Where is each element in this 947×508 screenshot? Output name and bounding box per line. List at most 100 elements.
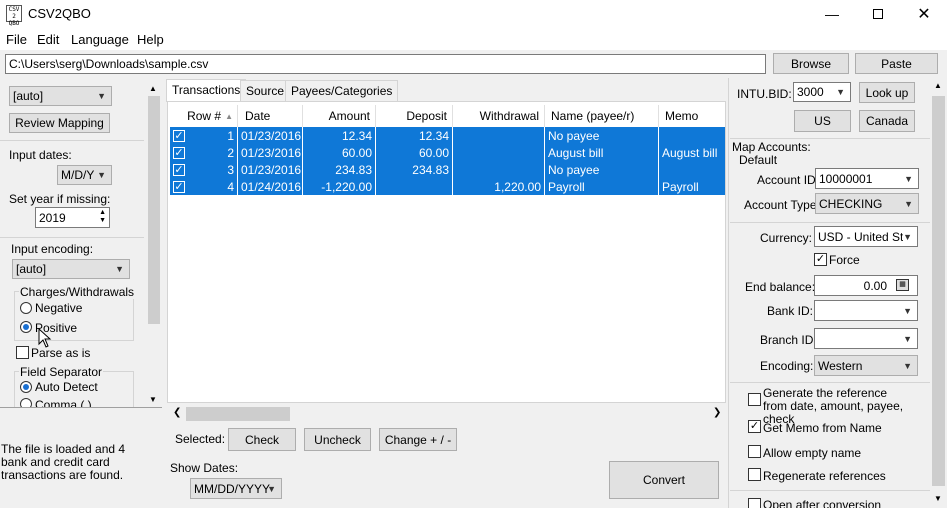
row-check-cell[interactable]: ✓ 1	[170, 127, 238, 144]
force-checkbox[interactable]: ✓	[814, 253, 827, 266]
tab-payees-categories[interactable]: Payees/Categories	[285, 80, 399, 101]
cell-withdrawal: 1,220.00	[453, 178, 545, 195]
col-header-deposit[interactable]: Deposit	[376, 105, 453, 127]
scroll-right-icon[interactable]: ❯	[713, 407, 721, 418]
checked-icon[interactable]: ✓	[173, 180, 185, 193]
convert-button[interactable]: Convert	[609, 461, 719, 499]
scroll-left-icon[interactable]: ❮	[173, 407, 181, 418]
regenerate-references-checkbox[interactable]	[748, 468, 761, 481]
open-after-checkbox[interactable]	[748, 498, 761, 508]
chevron-down-icon: ▼	[904, 173, 913, 184]
row-check-cell[interactable]: ✓ 2	[170, 144, 238, 161]
account-type-value: CHECKING	[819, 196, 883, 211]
parse-as-is-checkbox[interactable]	[16, 346, 29, 359]
left-scrollbar-thumb[interactable]	[148, 96, 160, 324]
branch-id-select[interactable]: ▼	[814, 328, 918, 349]
date-format-select[interactable]: M/D/Y ▼	[57, 165, 112, 185]
file-path-input[interactable]: C:\Users\serg\Downloads\sample.csv	[5, 54, 766, 74]
close-icon[interactable]: ✕	[901, 0, 947, 28]
account-type-label: Account Type:	[744, 198, 820, 212]
col-header-row-label: Row #	[187, 109, 222, 123]
scroll-up-icon[interactable]: ▲	[934, 81, 942, 90]
review-mapping-button[interactable]: Review Mapping	[9, 113, 110, 133]
col-header-withdrawal[interactable]: Withdrawal	[453, 105, 545, 127]
auto-detect-radio[interactable]	[20, 381, 32, 393]
calculator-icon[interactable]: ▦	[896, 279, 909, 291]
paste-button[interactable]: Paste	[855, 53, 938, 74]
account-id-select[interactable]: 10000001 ▼	[815, 168, 919, 189]
sort-up-icon: ▲	[225, 111, 233, 121]
checked-icon[interactable]: ✓	[173, 129, 185, 142]
parse-as-is-label: Parse as is	[31, 346, 91, 360]
tab-transactions[interactable]: Transactions	[166, 79, 247, 102]
cell-name: August bill	[545, 144, 659, 161]
divider	[730, 222, 930, 223]
menu-help[interactable]: Help	[137, 32, 164, 47]
bank-id-select[interactable]: ▼	[814, 300, 918, 321]
allow-empty-name-checkbox[interactable]	[748, 445, 761, 458]
col-header-amount[interactable]: Amount	[303, 105, 376, 127]
change-sign-button[interactable]: Change + / -	[379, 428, 457, 451]
comma-radio[interactable]	[20, 398, 32, 407]
account-type-select[interactable]: CHECKING ▼	[815, 193, 919, 214]
mapping-select[interactable]: [auto] ▼	[9, 86, 112, 106]
spin-icon[interactable]: ▲ ▼	[99, 209, 106, 225]
us-button[interactable]: US	[794, 110, 851, 132]
minimize-icon[interactable]: —	[809, 0, 855, 28]
menu-edit[interactable]: Edit	[37, 32, 59, 47]
title-bar	[0, 0, 947, 28]
row-check-cell[interactable]: ✓ 4	[170, 178, 238, 195]
chevron-down-icon: ▼	[836, 87, 845, 97]
output-encoding-select[interactable]: Western ▼	[814, 355, 918, 376]
app-icon: CSV 2 QBO	[6, 5, 22, 27]
maximize-icon[interactable]	[855, 0, 901, 28]
cell-name: Payroll	[545, 178, 659, 195]
cell-memo	[659, 161, 725, 178]
end-balance-input[interactable]: 0.00 ▦	[814, 275, 918, 296]
checked-icon[interactable]: ✓	[173, 163, 185, 176]
col-header-memo[interactable]: Memo	[659, 105, 725, 127]
cell-date: 01/23/2016	[238, 161, 303, 178]
look-up-button[interactable]: Look up	[859, 82, 915, 103]
table-row[interactable]: ✓ 2 01/23/2016 60.00 60.00 August bill Au…	[170, 144, 725, 161]
canada-button[interactable]: Canada	[859, 110, 915, 132]
intu-bid-select[interactable]: 3000 ▼	[793, 82, 851, 102]
browse-button[interactable]: Browse	[773, 53, 849, 74]
cell-deposit	[376, 178, 453, 195]
cell-amount: 60.00	[303, 144, 376, 161]
checked-icon[interactable]: ✓	[173, 146, 185, 159]
menu-file[interactable]: File	[6, 32, 27, 47]
intu-bid-value: 3000	[797, 85, 824, 99]
menu-language[interactable]: Language	[71, 32, 129, 47]
cell-withdrawal	[453, 144, 545, 161]
table-row[interactable]: ✓ 4 01/24/2016 -1,220.00 1,220.00 Payroll…	[170, 178, 725, 195]
divider	[0, 237, 144, 238]
chevron-down-icon: ▼	[115, 264, 124, 274]
cell-memo	[659, 127, 725, 144]
right-scrollbar-thumb[interactable]	[932, 96, 945, 486]
row-check-cell[interactable]: ✓ 3	[170, 161, 238, 178]
currency-select[interactable]: USD - United Sta ▼	[814, 226, 918, 247]
divider	[728, 78, 729, 508]
hscroll-thumb[interactable]	[186, 407, 290, 421]
table-row[interactable]: ✓ 1 01/23/2016 12.34 12.34 No payee	[170, 127, 725, 144]
scroll-down-icon[interactable]: ▼	[149, 395, 157, 404]
col-header-name[interactable]: Name (payee/r)	[545, 105, 659, 127]
chevron-down-icon: ▼	[97, 170, 106, 180]
scroll-up-icon[interactable]: ▲	[149, 84, 157, 93]
check-button[interactable]: Check	[228, 428, 296, 451]
uncheck-button[interactable]: Uncheck	[304, 428, 371, 451]
generate-reference-checkbox[interactable]	[748, 393, 761, 406]
positive-radio[interactable]	[20, 321, 32, 333]
negative-radio[interactable]	[20, 302, 32, 314]
show-dates-select[interactable]: MM/DD/YYYY ▼	[190, 478, 282, 499]
col-header-date[interactable]: Date	[238, 105, 303, 127]
tab-source[interactable]: Source	[240, 80, 291, 101]
year-stepper[interactable]: 2019 ▲ ▼	[35, 207, 110, 228]
scroll-down-icon[interactable]: ▼	[934, 494, 942, 503]
memo-from-name-checkbox[interactable]: ✓	[748, 420, 761, 433]
input-encoding-select[interactable]: [auto] ▼	[12, 259, 130, 279]
cell-name: No payee	[545, 161, 659, 178]
col-header-row[interactable]: Row # ▲	[170, 105, 238, 127]
table-row[interactable]: ✓ 3 01/23/2016 234.83 234.83 No payee	[170, 161, 725, 178]
